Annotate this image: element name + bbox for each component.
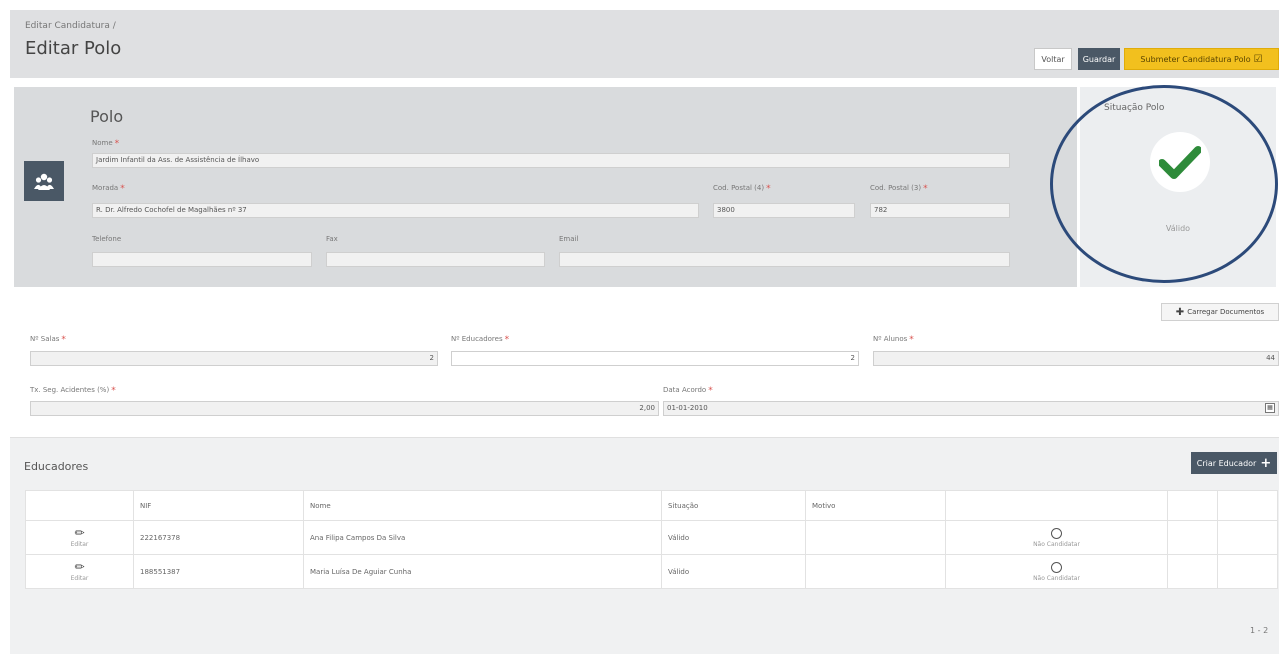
submeter-label: Submeter Candidatura Polo	[1140, 54, 1251, 64]
carregar-documentos-button[interactable]: ✚ Carregar Documentos	[1161, 303, 1279, 321]
fax-input[interactable]	[326, 252, 545, 267]
situacao-polo-panel: Situação Polo Válido	[1080, 87, 1276, 287]
educadores-table: NIF Nome Situação Motivo ✏ Editar 222167…	[25, 490, 1278, 589]
telefone-label: Telefone	[92, 235, 122, 243]
edit-cell[interactable]: ✏ Editar	[25, 520, 134, 555]
calendar-icon[interactable]: ▦	[1265, 403, 1275, 413]
extra-cell	[1167, 554, 1218, 589]
circle-icon[interactable]	[1051, 561, 1062, 573]
fax-label: Fax	[326, 235, 338, 243]
educadores-section: Educadores Criar Educador + NIF Nome Sit…	[10, 437, 1279, 654]
page-header: Editar Candidatura / Editar Polo Voltar …	[10, 10, 1279, 78]
salas-label: Nº Salas *	[30, 335, 66, 345]
edit-label: Editar	[70, 541, 89, 548]
nome-input[interactable]: Jardim Infantil da Ass. de Assistência d…	[92, 153, 1010, 168]
pencil-icon[interactable]: ✏	[32, 561, 127, 573]
page-title: Editar Polo	[25, 38, 122, 59]
col-nif[interactable]: NIF	[133, 490, 304, 521]
educadores-input[interactable]: 2	[451, 351, 859, 366]
criar-educador-button[interactable]: Criar Educador +	[1191, 452, 1277, 474]
data-acordo-value: 01-01-2010	[667, 404, 708, 412]
email-input[interactable]	[559, 252, 1010, 267]
cod-postal-3-input[interactable]: 782	[870, 203, 1010, 218]
nome-cell: Ana Filipa Campos Da Silva	[303, 520, 662, 555]
plus-icon: ✚	[1175, 306, 1185, 318]
col-extra-1	[1167, 490, 1218, 521]
cod-postal-4-input[interactable]: 3800	[713, 203, 855, 218]
check-icon	[1150, 132, 1210, 192]
taxa-seguro-label: Tx. Seg. Acidentes (%) *	[30, 386, 116, 396]
situacao-title: Situação Polo	[1104, 103, 1165, 113]
extra-cell	[1217, 554, 1278, 589]
group-icon	[24, 161, 64, 201]
col-nome[interactable]: Nome	[303, 490, 662, 521]
table-row: ✏ Editar 222167378 Ana Filipa Campos Da …	[25, 520, 1278, 555]
col-motivo[interactable]: Motivo	[805, 490, 946, 521]
nif-cell: 188551387	[133, 554, 304, 589]
extra-cell	[1167, 520, 1218, 555]
guardar-button[interactable]: Guardar	[1078, 48, 1120, 70]
data-acordo-input[interactable]: 01-01-2010 ▦	[663, 401, 1279, 416]
check-square-icon: ☑	[1253, 53, 1263, 65]
pencil-icon[interactable]: ✏	[32, 527, 127, 539]
morada-input[interactable]: R. Dr. Alfredo Cochofel de Magalhães nº …	[92, 203, 699, 218]
nao-candidatar-cell[interactable]: Não Candidatar	[945, 554, 1168, 589]
edit-label: Editar	[70, 575, 89, 582]
table-header-row: NIF Nome Situação Motivo	[25, 490, 1278, 521]
col-edit	[25, 490, 134, 521]
extra-cell	[1217, 520, 1278, 555]
check-icon-svg	[1159, 146, 1201, 179]
alunos-input[interactable]: 44	[873, 351, 1279, 366]
col-situacao[interactable]: Situação	[661, 490, 806, 521]
motivo-cell	[805, 520, 946, 555]
telefone-input[interactable]	[92, 252, 312, 267]
polo-title: Polo	[90, 107, 124, 126]
situacao-cell: Válido	[661, 554, 806, 589]
col-extra-2	[1217, 490, 1278, 521]
taxa-seguro-input[interactable]: 2,00	[30, 401, 659, 416]
situacao-value: Válido	[1165, 224, 1191, 233]
voltar-button[interactable]: Voltar	[1034, 48, 1072, 70]
col-action	[945, 490, 1168, 521]
group-icon-svg	[34, 173, 54, 190]
nome-cell: Maria Luísa De Aguiar Cunha	[303, 554, 662, 589]
table-row: ✏ Editar 188551387 Maria Luísa De Aguiar…	[25, 554, 1278, 589]
edit-cell[interactable]: ✏ Editar	[25, 554, 134, 589]
carregar-label: Carregar Documentos	[1187, 308, 1265, 316]
morada-label: Morada *	[92, 184, 125, 194]
nome-label: Nome *	[92, 139, 120, 149]
submeter-candidatura-button[interactable]: Submeter Candidatura Polo ☑	[1124, 48, 1279, 70]
polo-panel: Polo Nome * Jardim Infantil da Ass. de As…	[14, 87, 1077, 287]
situacao-cell: Válido	[661, 520, 806, 555]
salas-input[interactable]: 2	[30, 351, 438, 366]
criar-label: Criar Educador	[1196, 458, 1257, 468]
nao-candidatar-label: Não Candidatar	[1033, 574, 1080, 582]
pager: 1 - 2	[1250, 626, 1269, 635]
polo-details-section: ✚ Carregar Documentos Nº Salas * 2 Nº Edu…	[14, 295, 1279, 430]
circle-icon[interactable]	[1051, 527, 1062, 539]
data-acordo-label: Data Acordo *	[663, 386, 713, 396]
educadores-title: Educadores	[24, 460, 89, 473]
plus-icon: +	[1260, 455, 1272, 471]
nao-candidatar-label: Não Candidatar	[1033, 540, 1080, 548]
motivo-cell	[805, 554, 946, 589]
alunos-label: Nº Alunos *	[873, 335, 914, 345]
cod-postal-4-label: Cod. Postal (4) *	[713, 184, 771, 194]
email-label: Email	[559, 235, 579, 243]
educadores-label: Nº Educadores *	[451, 335, 510, 345]
cod-postal-3-label: Cod. Postal (3) *	[870, 184, 928, 194]
nao-candidatar-cell[interactable]: Não Candidatar	[945, 520, 1168, 555]
breadcrumb[interactable]: Editar Candidatura /	[25, 21, 116, 31]
nif-cell: 222167378	[133, 520, 304, 555]
